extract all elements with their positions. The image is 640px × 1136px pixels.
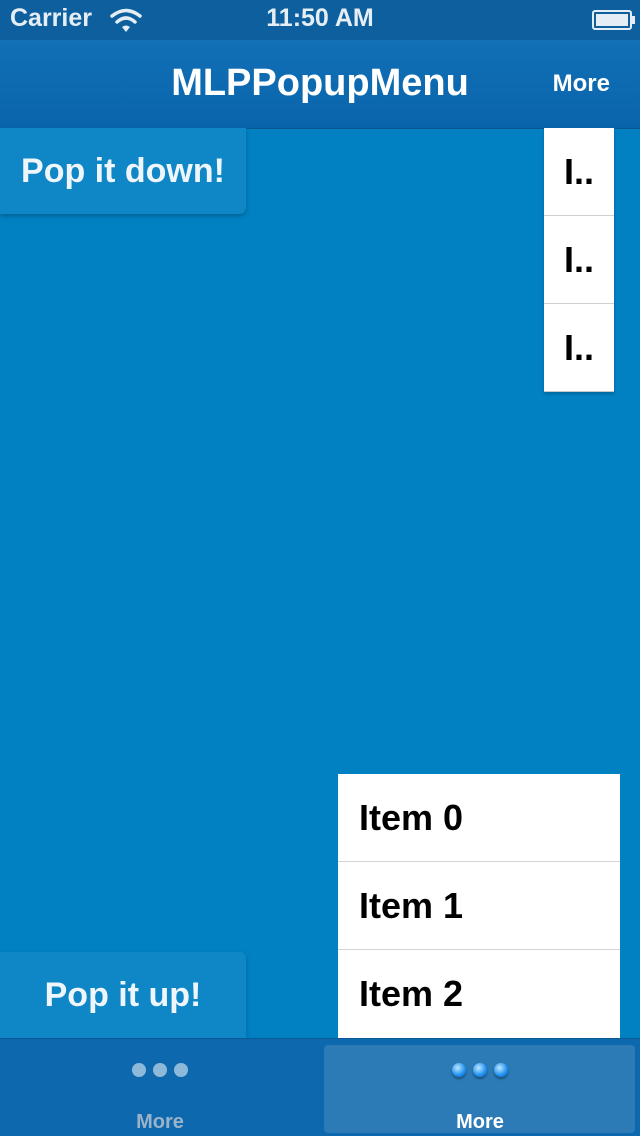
battery-icon <box>592 10 636 30</box>
popup-bottom-item-1[interactable]: Item 1 <box>338 862 620 950</box>
pop-it-up-button[interactable]: Pop it up! <box>0 952 246 1038</box>
nav-title: MLPPopupMenu <box>171 62 469 104</box>
nav-more-button[interactable]: More <box>553 70 610 98</box>
popup-top-item-2[interactable]: I.. <box>544 304 614 392</box>
navigation-bar: MLPPopupMenu More <box>0 40 640 129</box>
tab-label: More <box>136 1111 184 1133</box>
popup-top-item-1[interactable]: I.. <box>544 216 614 304</box>
popup-bottom-item-0[interactable]: Item 0 <box>338 774 620 862</box>
more-dots-icon <box>320 1063 640 1083</box>
pop-it-down-button[interactable]: Pop it down! <box>0 128 246 214</box>
status-bar: Carrier 11:50 AM <box>0 0 640 40</box>
popup-top-item-0[interactable]: I.. <box>544 128 614 216</box>
popup-menu-bottom: Item 0 Item 1 Item 2 <box>338 774 620 1038</box>
more-dots-icon <box>0 1063 320 1083</box>
popup-menu-top: I.. I.. I.. <box>544 128 614 392</box>
tab-more-2[interactable]: More <box>320 1039 640 1136</box>
tab-more-1[interactable]: More <box>0 1039 320 1136</box>
status-time: 11:50 AM <box>266 4 374 32</box>
tab-bar: More More <box>0 1038 640 1136</box>
tab-label: More <box>456 1111 504 1133</box>
popup-bottom-item-2[interactable]: Item 2 <box>338 950 620 1038</box>
